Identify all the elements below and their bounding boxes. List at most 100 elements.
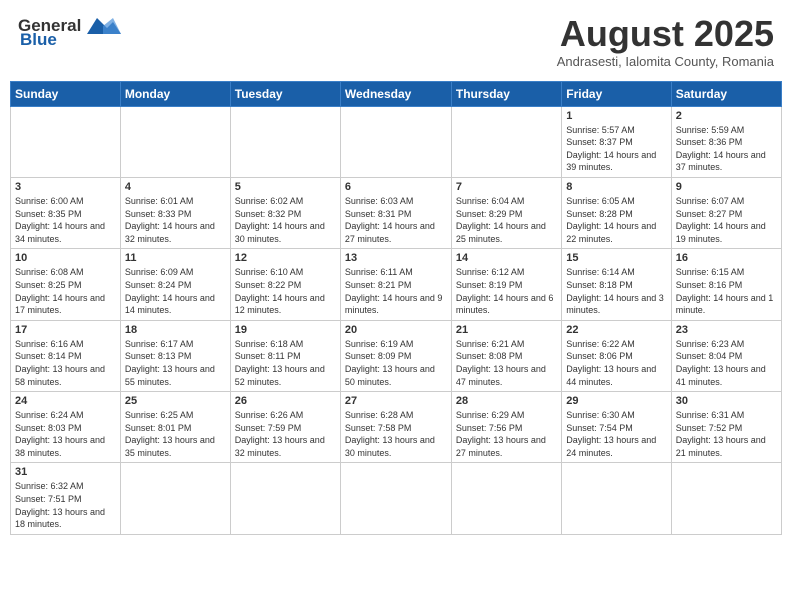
day-number: 24 xyxy=(15,395,116,407)
logo-blue-icon xyxy=(83,14,121,38)
day-info: Sunrise: 6:08 AM Sunset: 8:25 PM Dayligh… xyxy=(15,266,116,316)
day-info: Sunrise: 6:30 AM Sunset: 7:54 PM Dayligh… xyxy=(566,409,666,459)
day-info: Sunrise: 6:15 AM Sunset: 8:16 PM Dayligh… xyxy=(676,266,777,316)
day-number: 26 xyxy=(235,395,336,407)
calendar-cell: 8 Sunrise: 6:05 AM Sunset: 8:28 PM Daylig… xyxy=(562,177,671,248)
day-number: 8 xyxy=(566,181,666,193)
day-number: 5 xyxy=(235,181,336,193)
day-number: 16 xyxy=(676,252,777,264)
col-header-tuesday: Tuesday xyxy=(230,81,340,106)
calendar-week-row: 17 Sunrise: 6:16 AM Sunset: 8:14 PM Dayli… xyxy=(11,320,782,391)
calendar-cell: 26 Sunrise: 6:26 AM Sunset: 7:59 PM Dayli… xyxy=(230,392,340,463)
calendar-cell xyxy=(11,106,121,177)
calendar-cell xyxy=(230,106,340,177)
day-number: 30 xyxy=(676,395,777,407)
day-number: 18 xyxy=(125,324,226,336)
day-number: 4 xyxy=(125,181,226,193)
day-number: 20 xyxy=(345,324,447,336)
calendar-cell: 23 Sunrise: 6:23 AM Sunset: 8:04 PM Dayli… xyxy=(671,320,781,391)
calendar-table: SundayMondayTuesdayWednesdayThursdayFrid… xyxy=(10,81,782,535)
calendar-cell xyxy=(451,463,561,534)
calendar-cell: 24Sunrise: 6:24 AM Sunset: 8:03 PM Dayli… xyxy=(11,392,121,463)
col-header-saturday: Saturday xyxy=(671,81,781,106)
calendar-cell: 10 Sunrise: 6:08 AM Sunset: 8:25 PM Dayli… xyxy=(11,249,121,320)
calendar-cell: 9 Sunrise: 6:07 AM Sunset: 8:27 PM Daylig… xyxy=(671,177,781,248)
calendar-cell xyxy=(671,463,781,534)
calendar-subtitle: Andrasesti, Ialomita County, Romania xyxy=(557,54,774,69)
calendar-cell: 15Sunrise: 6:14 AM Sunset: 8:18 PM Dayli… xyxy=(562,249,671,320)
calendar-cell: 13Sunrise: 6:11 AM Sunset: 8:21 PM Dayli… xyxy=(340,249,451,320)
day-info: Sunrise: 5:57 AM Sunset: 8:37 PM Dayligh… xyxy=(566,124,666,174)
day-number: 7 xyxy=(456,181,557,193)
calendar-cell: 17 Sunrise: 6:16 AM Sunset: 8:14 PM Dayli… xyxy=(11,320,121,391)
day-info: Sunrise: 6:04 AM Sunset: 8:29 PM Dayligh… xyxy=(456,195,557,245)
day-number: 31 xyxy=(15,466,116,478)
day-number: 9 xyxy=(676,181,777,193)
day-number: 10 xyxy=(15,252,116,264)
calendar-cell: 7 Sunrise: 6:04 AM Sunset: 8:29 PM Daylig… xyxy=(451,177,561,248)
calendar-cell: 30Sunrise: 6:31 AM Sunset: 7:52 PM Dayli… xyxy=(671,392,781,463)
day-info: Sunrise: 6:21 AM Sunset: 8:08 PM Dayligh… xyxy=(456,338,557,388)
day-number: 1 xyxy=(566,110,666,122)
calendar-cell: 12 Sunrise: 6:10 AM Sunset: 8:22 PM Dayli… xyxy=(230,249,340,320)
calendar-cell xyxy=(120,106,230,177)
day-info: Sunrise: 6:05 AM Sunset: 8:28 PM Dayligh… xyxy=(566,195,666,245)
col-header-thursday: Thursday xyxy=(451,81,561,106)
day-number: 22 xyxy=(566,324,666,336)
calendar-week-row: 3 Sunrise: 6:00 AM Sunset: 8:35 PM Daylig… xyxy=(11,177,782,248)
day-info: Sunrise: 6:17 AM Sunset: 8:13 PM Dayligh… xyxy=(125,338,226,388)
calendar-cell: 11Sunrise: 6:09 AM Sunset: 8:24 PM Dayli… xyxy=(120,249,230,320)
day-info: Sunrise: 6:26 AM Sunset: 7:59 PM Dayligh… xyxy=(235,409,336,459)
day-number: 28 xyxy=(456,395,557,407)
calendar-cell xyxy=(120,463,230,534)
calendar-cell: 1 Sunrise: 5:57 AM Sunset: 8:37 PM Daylig… xyxy=(562,106,671,177)
day-info: Sunrise: 6:12 AM Sunset: 8:19 PM Dayligh… xyxy=(456,266,557,316)
day-info: Sunrise: 6:19 AM Sunset: 8:09 PM Dayligh… xyxy=(345,338,447,388)
day-info: Sunrise: 6:23 AM Sunset: 8:04 PM Dayligh… xyxy=(676,338,777,388)
day-info: Sunrise: 6:03 AM Sunset: 8:31 PM Dayligh… xyxy=(345,195,447,245)
calendar-cell xyxy=(562,463,671,534)
calendar-week-row: 1 Sunrise: 5:57 AM Sunset: 8:37 PM Daylig… xyxy=(11,106,782,177)
day-info: Sunrise: 6:00 AM Sunset: 8:35 PM Dayligh… xyxy=(15,195,116,245)
calendar-cell: 18 Sunrise: 6:17 AM Sunset: 8:13 PM Dayli… xyxy=(120,320,230,391)
day-info: Sunrise: 6:22 AM Sunset: 8:06 PM Dayligh… xyxy=(566,338,666,388)
day-info: Sunrise: 6:07 AM Sunset: 8:27 PM Dayligh… xyxy=(676,195,777,245)
calendar-cell: 31Sunrise: 6:32 AM Sunset: 7:51 PM Dayli… xyxy=(11,463,121,534)
calendar-title-area: August 2025 Andrasesti, Ialomita County,… xyxy=(557,14,774,69)
calendar-cell: 5Sunrise: 6:02 AM Sunset: 8:32 PM Daylig… xyxy=(230,177,340,248)
col-header-wednesday: Wednesday xyxy=(340,81,451,106)
day-number: 23 xyxy=(676,324,777,336)
calendar-cell: 20 Sunrise: 6:19 AM Sunset: 8:09 PM Dayli… xyxy=(340,320,451,391)
calendar-cell xyxy=(451,106,561,177)
calendar-cell: 21 Sunrise: 6:21 AM Sunset: 8:08 PM Dayli… xyxy=(451,320,561,391)
calendar-cell xyxy=(340,463,451,534)
day-info: Sunrise: 6:14 AM Sunset: 8:18 PM Dayligh… xyxy=(566,266,666,316)
day-info: Sunrise: 6:28 AM Sunset: 7:58 PM Dayligh… xyxy=(345,409,447,459)
calendar-cell: 25Sunrise: 6:25 AM Sunset: 8:01 PM Dayli… xyxy=(120,392,230,463)
day-number: 29 xyxy=(566,395,666,407)
calendar-cell: 14Sunrise: 6:12 AM Sunset: 8:19 PM Dayli… xyxy=(451,249,561,320)
page-header: General Blue August 2025 Andrasesti, Ial… xyxy=(10,10,782,73)
day-number: 19 xyxy=(235,324,336,336)
day-number: 21 xyxy=(456,324,557,336)
day-number: 3 xyxy=(15,181,116,193)
calendar-week-row: 31Sunrise: 6:32 AM Sunset: 7:51 PM Dayli… xyxy=(11,463,782,534)
calendar-cell: 6Sunrise: 6:03 AM Sunset: 8:31 PM Daylig… xyxy=(340,177,451,248)
day-info: Sunrise: 6:01 AM Sunset: 8:33 PM Dayligh… xyxy=(125,195,226,245)
day-info: Sunrise: 6:25 AM Sunset: 8:01 PM Dayligh… xyxy=(125,409,226,459)
logo: General Blue xyxy=(18,14,121,50)
day-info: Sunrise: 6:10 AM Sunset: 8:22 PM Dayligh… xyxy=(235,266,336,316)
calendar-cell xyxy=(230,463,340,534)
calendar-header-row: SundayMondayTuesdayWednesdayThursdayFrid… xyxy=(11,81,782,106)
day-number: 17 xyxy=(15,324,116,336)
col-header-monday: Monday xyxy=(120,81,230,106)
day-info: Sunrise: 6:18 AM Sunset: 8:11 PM Dayligh… xyxy=(235,338,336,388)
day-number: 11 xyxy=(125,252,226,264)
calendar-cell: 22 Sunrise: 6:22 AM Sunset: 8:06 PM Dayli… xyxy=(562,320,671,391)
col-header-friday: Friday xyxy=(562,81,671,106)
calendar-cell: 29 Sunrise: 6:30 AM Sunset: 7:54 PM Dayli… xyxy=(562,392,671,463)
col-header-sunday: Sunday xyxy=(11,81,121,106)
day-info: Sunrise: 6:16 AM Sunset: 8:14 PM Dayligh… xyxy=(15,338,116,388)
day-number: 12 xyxy=(235,252,336,264)
day-number: 27 xyxy=(345,395,447,407)
